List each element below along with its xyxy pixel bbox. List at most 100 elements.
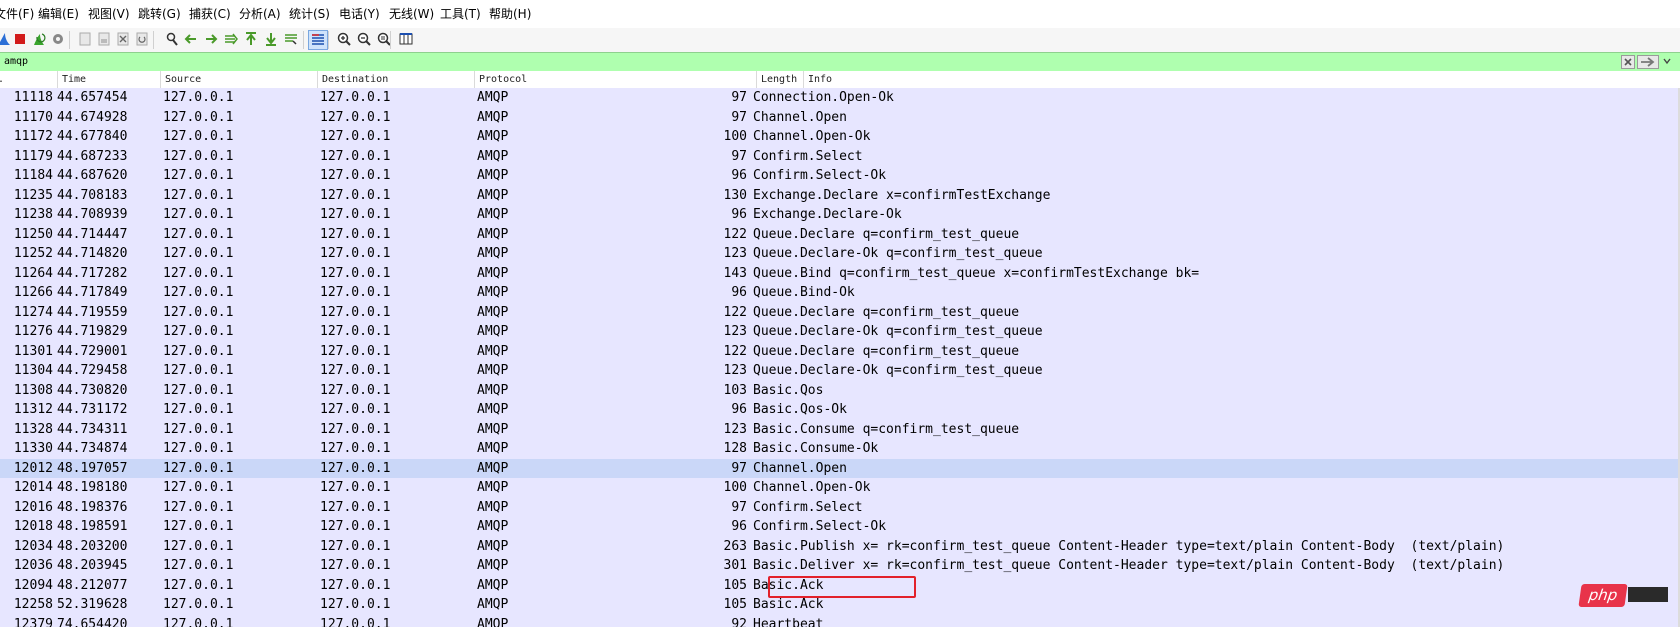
- packet-time: 44.734874: [57, 441, 128, 456]
- packet-destination: 127.0.0.1: [320, 538, 391, 554]
- column-header[interactable]: Source: [160, 71, 317, 88]
- packet-source: 127.0.0.1: [163, 148, 234, 164]
- table-row[interactable]: 11274 44.719559 127.0.0.1 127.0.0.1 AMQP 122 Q…: [0, 302, 1680, 322]
- auto-scroll-button[interactable]: [283, 31, 299, 47]
- go-forward-icon: [206, 34, 218, 44]
- column-header[interactable]: Length: [756, 71, 803, 88]
- resize-columns-button[interactable]: [398, 31, 414, 47]
- menu-bar: 文件(F) 编辑(E) 视图(V) 跳转(G) 捕获(C) 分析(A) 统计(S) 电话(Y)…: [0, 0, 1680, 29]
- table-row[interactable]: 11252 44.714820 127.0.0.1 127.0.0.1 AMQP 123 Q…: [0, 244, 1680, 264]
- table-row[interactable]: 11118 44.657454 127.0.0.1 127.0.0.1 AMQP 97 Co…: [0, 88, 1680, 108]
- table-row[interactable]: 11330 44.734874 127.0.0.1 127.0.0.1 AMQP 128 B…: [0, 439, 1680, 459]
- packet-length: 92: [731, 616, 747, 627]
- table-row[interactable]: 11235 44.708183 127.0.0.1 127.0.0.1 AMQP 130 E…: [0, 185, 1680, 205]
- menu-item[interactable]: 分析(A): [239, 7, 281, 21]
- toolbar-separator: [69, 31, 70, 49]
- packet-source: 127.0.0.1: [163, 226, 234, 242]
- table-row[interactable]: 12012 48.197057 127.0.0.1 127.0.0.1 AMQP 97 Ch…: [0, 458, 1680, 478]
- table-row[interactable]: 12034 48.203200 127.0.0.1 127.0.0.1 AMQP 263 B…: [0, 536, 1680, 556]
- table-row[interactable]: 11312 44.731172 127.0.0.1 127.0.0.1 AMQP 96 Ba…: [0, 400, 1680, 420]
- display-filter-input[interactable]: [4, 53, 1614, 71]
- menu-item[interactable]: 视图(V): [88, 7, 130, 21]
- arrow-right-icon: [1641, 57, 1655, 67]
- packet-protocol: AMQP: [477, 616, 509, 627]
- table-row[interactable]: 11250 44.714447 127.0.0.1 127.0.0.1 AMQP 122 Q…: [0, 224, 1680, 244]
- menu-item[interactable]: 工具(T): [440, 7, 481, 21]
- open-file-button[interactable]: [77, 31, 93, 47]
- stop-capture-button[interactable]: [12, 31, 28, 47]
- colorize-button[interactable]: [308, 30, 328, 50]
- packet-number: 12018: [13, 519, 53, 534]
- close-file-button[interactable]: [115, 31, 131, 47]
- apply-filter-button[interactable]: [1637, 55, 1659, 69]
- zoom-in-button[interactable]: [336, 31, 352, 47]
- packet-source: 127.0.0.1: [163, 129, 234, 144]
- go-to-packet-button[interactable]: [223, 31, 239, 47]
- menu-item[interactable]: 电话(Y): [339, 7, 380, 21]
- packet-time: 48.203200: [57, 538, 128, 554]
- table-row[interactable]: 11172 44.677840 127.0.0.1 127.0.0.1 AMQP 100 C…: [0, 127, 1680, 147]
- packet-source: 127.0.0.1: [163, 616, 234, 627]
- packet-length: 122: [723, 304, 747, 320]
- column-header[interactable]: Protocol: [474, 71, 756, 88]
- packet-length: 96: [731, 207, 747, 222]
- column-header[interactable]: Time: [57, 71, 160, 88]
- table-row[interactable]: 12036 48.203945 127.0.0.1 127.0.0.1 AMQP 301 B…: [0, 556, 1680, 576]
- table-row[interactable]: 11304 44.729458 127.0.0.1 127.0.0.1 AMQP 123 Q…: [0, 361, 1680, 381]
- go-first-packet-button[interactable]: [243, 31, 259, 47]
- packet-length: 97: [731, 148, 747, 164]
- packet-protocol: AMQP: [477, 538, 509, 554]
- table-row[interactable]: 11276 44.719829 127.0.0.1 127.0.0.1 AMQP 123 Q…: [0, 322, 1680, 342]
- column-header[interactable]: No.: [0, 71, 57, 88]
- find-packet-button[interactable]: [164, 31, 180, 47]
- column-header[interactable]: Info: [803, 71, 1680, 88]
- table-row[interactable]: 12379 74.654420 127.0.0.1 127.0.0.1 AMQP 92 He…: [0, 614, 1680, 627]
- zoom-out-button[interactable]: [356, 31, 372, 47]
- table-row[interactable]: 11264 44.717282 127.0.0.1 127.0.0.1 AMQP 143 Q…: [0, 263, 1680, 283]
- packet-destination: 127.0.0.1: [320, 90, 391, 105]
- packet-info: Basic.Ack: [753, 597, 824, 612]
- packet-source: 127.0.0.1: [163, 597, 234, 612]
- packet-number: 12258: [13, 597, 53, 612]
- table-row[interactable]: 11238 44.708939 127.0.0.1 127.0.0.1 AMQP 96 Ex…: [0, 205, 1680, 225]
- table-row[interactable]: 12016 48.198376 127.0.0.1 127.0.0.1 AMQP 97 Co…: [0, 497, 1680, 517]
- capture-options-button[interactable]: [50, 31, 66, 47]
- clear-filter-button[interactable]: [1621, 55, 1635, 69]
- packet-protocol: AMQP: [477, 207, 509, 222]
- table-row[interactable]: 11308 44.730820 127.0.0.1 127.0.0.1 AMQP 103 B…: [0, 380, 1680, 400]
- table-row[interactable]: 12018 48.198591 127.0.0.1 127.0.0.1 AMQP 96 Co…: [0, 517, 1680, 537]
- packet-length: 105: [723, 597, 747, 612]
- packet-source: 127.0.0.1: [163, 480, 234, 495]
- table-row[interactable]: 11328 44.734311 127.0.0.1 127.0.0.1 AMQP 123 B…: [0, 419, 1680, 439]
- packet-number: 11301: [13, 343, 53, 359]
- filter-history-dropdown[interactable]: [1661, 55, 1675, 69]
- menu-item[interactable]: 统计(S): [289, 7, 330, 21]
- go-forward-button[interactable]: [203, 31, 219, 47]
- table-row[interactable]: 11170 44.674928 127.0.0.1 127.0.0.1 AMQP 97 Ch…: [0, 107, 1680, 127]
- table-row[interactable]: 11184 44.687620 127.0.0.1 127.0.0.1 AMQP 96 Co…: [0, 166, 1680, 186]
- table-row[interactable]: 12014 48.198180 127.0.0.1 127.0.0.1 AMQP 100 C…: [0, 478, 1680, 498]
- packet-length: 96: [731, 168, 747, 183]
- packet-info: Queue.Declare q=confirm_test_queue: [753, 343, 1020, 359]
- save-file-button[interactable]: [96, 31, 112, 47]
- menu-item[interactable]: 编辑(E): [38, 7, 79, 21]
- menu-item[interactable]: 无线(W): [389, 7, 434, 21]
- go-back-button[interactable]: [183, 31, 199, 47]
- packet-protocol: AMQP: [477, 285, 509, 300]
- menu-item[interactable]: 文件(F): [0, 7, 34, 21]
- packet-time: 48.198180: [57, 480, 128, 495]
- shark-fin-button[interactable]: [0, 31, 12, 47]
- packet-time: 44.729458: [57, 363, 128, 378]
- menu-item[interactable]: 帮助(H): [489, 7, 531, 21]
- menu-item[interactable]: 捕获(C): [189, 7, 231, 21]
- restart-capture-button[interactable]: [31, 31, 47, 47]
- packet-time: 44.717282: [57, 265, 128, 281]
- table-row[interactable]: 11301 44.729001 127.0.0.1 127.0.0.1 AMQP 122 Q…: [0, 341, 1680, 361]
- reload-file-button[interactable]: [134, 31, 150, 47]
- table-row[interactable]: 11179 44.687233 127.0.0.1 127.0.0.1 AMQP 97 Co…: [0, 146, 1680, 166]
- packet-length: 123: [723, 421, 747, 437]
- table-row[interactable]: 11266 44.717849 127.0.0.1 127.0.0.1 AMQP 96 Qu…: [0, 283, 1680, 303]
- menu-item[interactable]: 跳转(G): [138, 7, 181, 21]
- go-last-packet-button[interactable]: [263, 31, 279, 47]
- column-header[interactable]: Destination: [317, 71, 474, 88]
